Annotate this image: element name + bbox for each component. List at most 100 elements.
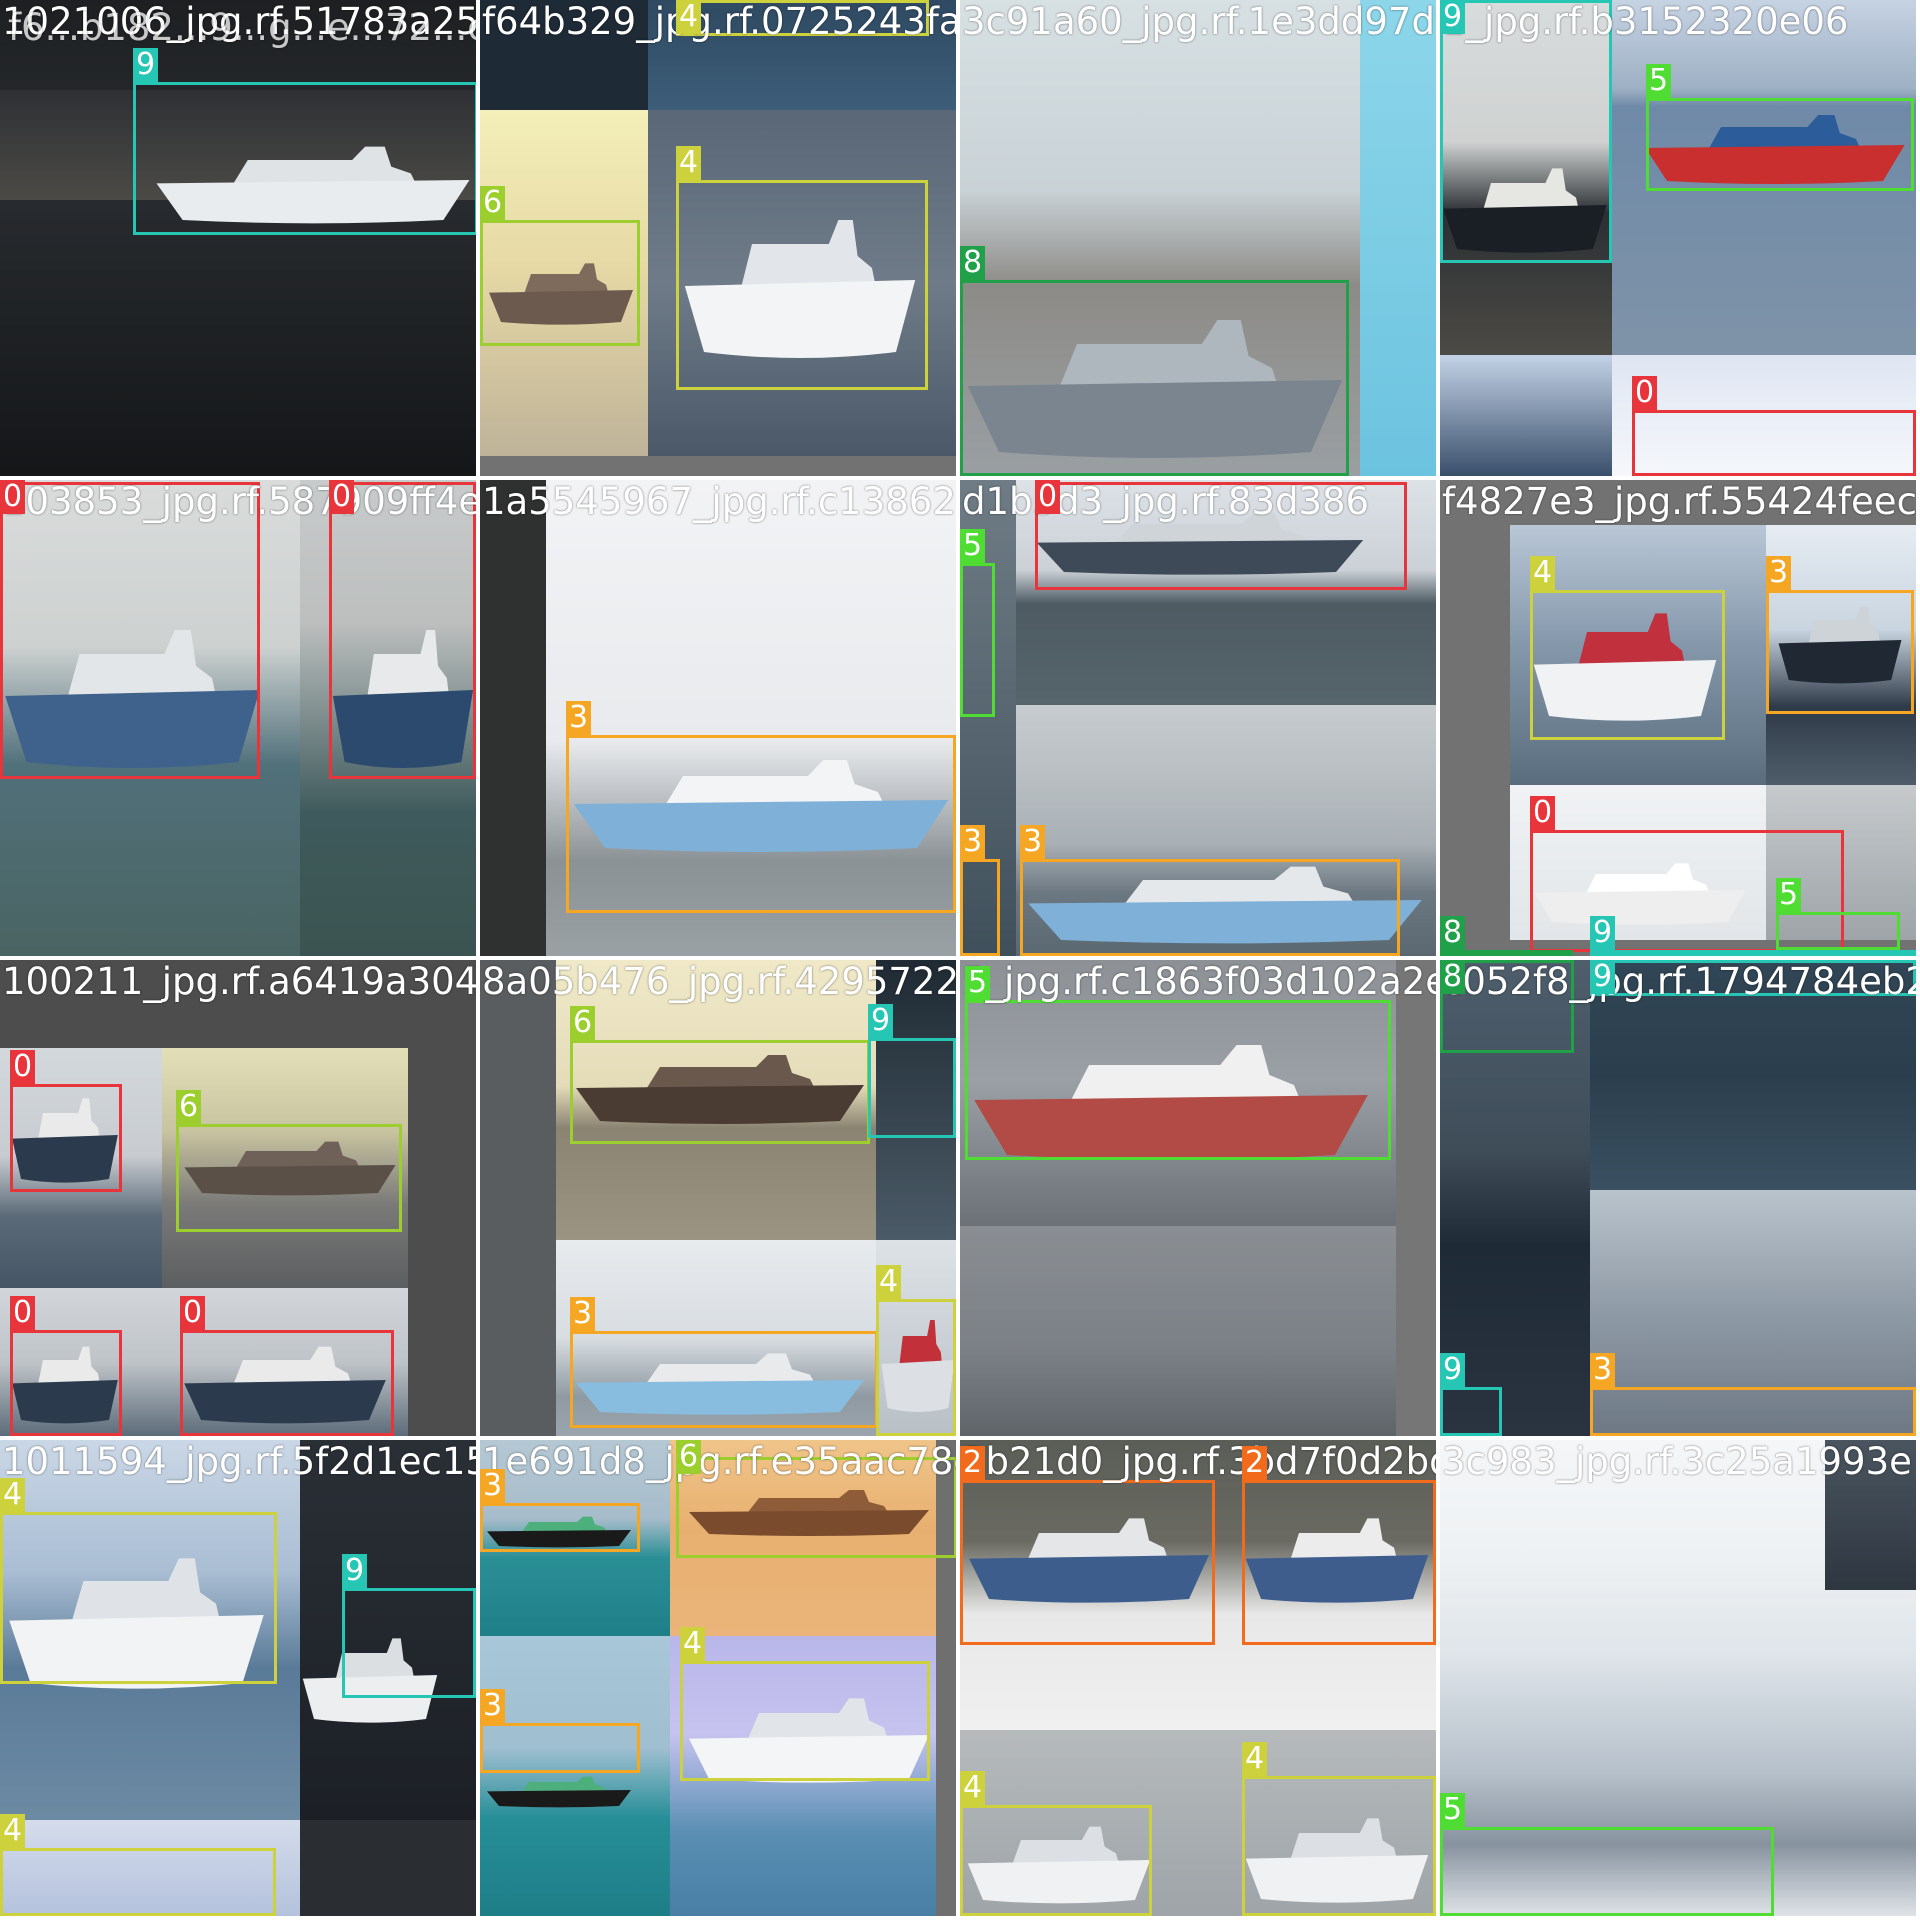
mosaic-tile: 3c983_jpg.rf.3c25a1993e 5 xyxy=(1440,1440,1916,1916)
mosaic-tile: 3b21d0_jpg.rf.3bd7f0d2bdedc2 2 4 4 xyxy=(960,1440,1436,1916)
class-label: 6 xyxy=(176,1090,202,1124)
bounding-box xyxy=(570,1040,870,1144)
class-label: 8 xyxy=(960,246,986,280)
class-label: 3 xyxy=(480,1469,506,1503)
image-piece xyxy=(1360,0,1436,476)
mosaic-tile: c052f8_jpg.rf.1794784eb2b458 9 9 3 xyxy=(1440,960,1916,1436)
class-label: 9 xyxy=(342,1554,368,1588)
bounding-box xyxy=(1646,98,1914,191)
class-label: 0 xyxy=(1530,796,1556,830)
class-label: 5 xyxy=(1776,878,1802,912)
class-label: 4 xyxy=(960,1771,986,1805)
class-label: 2 xyxy=(1242,1446,1268,1480)
mosaic-tile: 1_jpg.rf.b3152320e06 9 5 0 xyxy=(1440,0,1916,476)
tile-filename: 3c91a60_jpg.rf.1e3dd97d9 xyxy=(962,0,1436,43)
tile-filename: 5_jpg.rf.c1863f03d102a2e xyxy=(962,960,1436,1003)
class-label: 0 xyxy=(10,1296,36,1330)
bounding-box xyxy=(960,1480,1215,1645)
mosaic-tile: 1021006_jpg.rf.51783a25cedf6...b182...9.… xyxy=(0,0,476,476)
class-label: 3 xyxy=(1766,556,1792,590)
class-label: 4 xyxy=(0,1478,26,1512)
ship-icon xyxy=(487,1776,631,1808)
class-label: 3 xyxy=(570,1297,596,1331)
mosaic-tile: 1e691d8_jpg.rf.e35aac78ee 6 3 4 3 xyxy=(480,1440,956,1916)
class-label: 9 xyxy=(868,1004,894,1038)
mosaic-tile: 100211_jpg.rf.a6419a304e6 0 6 0 0 xyxy=(0,960,476,1436)
bounding-box xyxy=(329,482,476,779)
class-label: 5 xyxy=(1646,64,1672,98)
tile-filename: 1e691d8_jpg.rf.e35aac78ee xyxy=(482,1440,956,1483)
bounding-box xyxy=(342,1588,476,1698)
class-label: 9 xyxy=(1590,916,1616,950)
tile-filename: 8a05b476_jpg.rf.4295722d01 xyxy=(482,960,956,1003)
image-piece xyxy=(1440,355,1612,476)
image-piece xyxy=(480,480,546,956)
bounding-box xyxy=(960,563,995,717)
class-label: 3 xyxy=(1590,1353,1616,1387)
class-label: 6 xyxy=(480,186,506,220)
bounding-box xyxy=(1632,410,1916,476)
bounding-box xyxy=(1590,950,1916,956)
bounding-box xyxy=(176,1124,402,1232)
mosaic-tile: f4827e3_jpg.rf.55424feeca5f0b 4 3 0 5 8 9 xyxy=(1440,480,1916,956)
tile-filename: f4827e3_jpg.rf.55424feeca5f0b xyxy=(1442,480,1916,523)
tile-filename: 3c983_jpg.rf.3c25a1993e xyxy=(1442,1440,1912,1483)
bounding-box xyxy=(1766,590,1914,714)
mosaic-tile: 5_jpg.rf.c1863f03d102a2e 5 xyxy=(960,960,1436,1436)
class-label: 0 xyxy=(0,480,26,514)
class-label: 4 xyxy=(676,0,702,34)
class-label: 3 xyxy=(960,825,986,859)
bounding-box xyxy=(0,1512,277,1684)
class-label: 3 xyxy=(566,701,592,735)
image-piece xyxy=(0,0,476,476)
bounding-box xyxy=(1020,859,1400,956)
bounding-box xyxy=(0,482,260,779)
bounding-box xyxy=(133,82,476,235)
class-label: 0 xyxy=(329,480,355,514)
class-label: 8 xyxy=(1440,960,1466,994)
class-label: 0 xyxy=(1632,376,1658,410)
tile-filename: 100211_jpg.rf.a6419a304e6 xyxy=(2,960,476,1003)
class-label: 2 xyxy=(960,1446,986,1480)
image-piece xyxy=(960,1226,1396,1436)
class-label: 4 xyxy=(1242,1742,1268,1776)
class-label: 5 xyxy=(960,529,986,563)
class-label: 6 xyxy=(676,1440,702,1474)
mosaic-tile: 103853_jpg.rf.587909ff4e9e70 0 xyxy=(0,480,476,956)
image-piece xyxy=(480,960,556,1436)
class-label: 0 xyxy=(180,1296,206,1330)
bounding-box xyxy=(566,735,956,913)
bounding-box xyxy=(10,1330,122,1436)
bounding-box xyxy=(680,1661,930,1781)
tile-filename: 103853_jpg.rf.587909ff4e9e7 xyxy=(2,480,476,523)
bounding-box xyxy=(1440,950,1573,956)
class-label: 4 xyxy=(676,146,702,180)
mosaic-tile: d1b3d3_jpg.rf.83d386 5 0 3 3 xyxy=(960,480,1436,956)
class-label: 4 xyxy=(0,1814,26,1848)
mosaic-tile: 1a5545967_jpg.rf.c1386257922 3 xyxy=(480,480,956,956)
bounding-box xyxy=(10,1084,122,1192)
class-label: 3 xyxy=(480,1689,506,1723)
bounding-box xyxy=(570,1331,878,1428)
tile-filename: c052f8_jpg.rf.1794784eb2b45 xyxy=(1442,960,1916,1003)
mosaic-tile: f64b329_jpg.rf.0725243fa78c4464 xyxy=(480,0,956,476)
tile-filename-overlay: f6...b182...9...g...e...72...c43 xyxy=(8,6,476,49)
bounding-box xyxy=(965,1000,1391,1160)
mosaic-tile: 8a05b476_jpg.rf.4295722d016 9 3 4 xyxy=(480,960,956,1436)
tile-filename: 3b21d0_jpg.rf.3bd7f0d2bdedc xyxy=(962,1440,1436,1483)
class-label: 4 xyxy=(1530,556,1556,590)
bounding-box xyxy=(1590,1387,1916,1436)
tile-filename: d1b3d3_jpg.rf.83d386 xyxy=(962,480,1370,523)
class-label: 3 xyxy=(1020,825,1046,859)
mosaic-tile: 1011594_jpg.rf.5f2d1ec1594494 xyxy=(0,1440,476,1916)
class-label: 9 xyxy=(1590,960,1616,994)
tile-filename: 1_jpg.rf.b3152320e06 xyxy=(1442,0,1849,43)
bounding-box xyxy=(960,280,1349,476)
image-piece xyxy=(1396,960,1436,1436)
tile-filename: f64b329_jpg.rf.0725243fa78c4 xyxy=(482,0,956,43)
class-label: 0 xyxy=(10,1050,36,1084)
class-label: 9 xyxy=(1440,0,1466,34)
bounding-box xyxy=(960,1805,1152,1916)
mosaic-tile: 3c91a60_jpg.rf.1e3dd97d9 8 xyxy=(960,0,1436,476)
class-label: 9 xyxy=(133,48,159,82)
